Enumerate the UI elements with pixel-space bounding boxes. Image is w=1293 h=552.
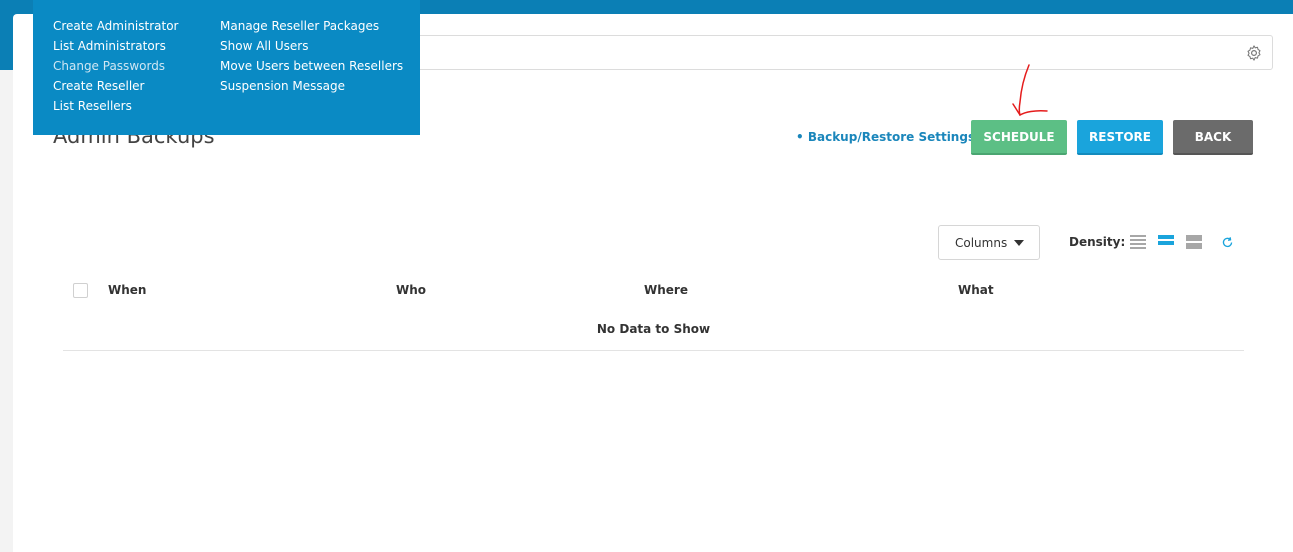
table-header-row: When Who Where What bbox=[63, 278, 1244, 302]
column-header-what[interactable]: What bbox=[958, 283, 994, 297]
menu-item-move-users-between-resellers[interactable]: Move Users between Resellers bbox=[220, 56, 403, 76]
menu-item-list-resellers[interactable]: List Resellers bbox=[53, 96, 179, 116]
admin-menu-left-column: Create Administrator List Administrators… bbox=[53, 16, 179, 116]
empty-table-message: No Data to Show bbox=[596, 322, 711, 336]
menu-item-change-passwords[interactable]: Change Passwords bbox=[53, 56, 179, 76]
column-header-when[interactable]: When bbox=[108, 283, 146, 297]
back-button[interactable]: BACK bbox=[1173, 120, 1253, 155]
admin-dropdown-menu: Create Administrator List Administrators… bbox=[33, 0, 420, 135]
refresh-icon[interactable] bbox=[1221, 236, 1234, 249]
density-normal-icon[interactable] bbox=[1158, 235, 1174, 250]
column-header-where[interactable]: Where bbox=[644, 283, 688, 297]
backup-restore-settings-link[interactable]: • Backup/Restore Settings bbox=[796, 130, 975, 144]
caret-down-icon bbox=[1014, 240, 1024, 246]
columns-dropdown-button[interactable]: Columns bbox=[938, 225, 1040, 260]
menu-item-manage-reseller-packages[interactable]: Manage Reseller Packages bbox=[220, 16, 403, 36]
menu-item-suspension-message[interactable]: Suspension Message bbox=[220, 76, 403, 96]
schedule-button[interactable]: SCHEDULE bbox=[971, 120, 1067, 155]
menu-item-list-administrators[interactable]: List Administrators bbox=[53, 36, 179, 56]
density-compact-icon[interactable] bbox=[1130, 235, 1146, 250]
density-label: Density: bbox=[1069, 235, 1126, 249]
table-divider bbox=[63, 350, 1244, 351]
select-all-checkbox[interactable] bbox=[73, 283, 88, 298]
menu-item-create-reseller[interactable]: Create Reseller bbox=[53, 76, 179, 96]
density-comfortable-icon[interactable] bbox=[1186, 235, 1202, 250]
menu-item-show-all-users[interactable]: Show All Users bbox=[220, 36, 403, 56]
admin-menu-right-column: Manage Reseller Packages Show All Users … bbox=[220, 16, 403, 96]
restore-button[interactable]: RESTORE bbox=[1077, 120, 1163, 155]
gear-icon[interactable] bbox=[1245, 44, 1263, 62]
menu-item-create-administrator[interactable]: Create Administrator bbox=[53, 16, 179, 36]
search-input[interactable] bbox=[395, 35, 1273, 70]
column-header-who[interactable]: Who bbox=[396, 283, 426, 297]
columns-label: Columns bbox=[955, 236, 1008, 250]
